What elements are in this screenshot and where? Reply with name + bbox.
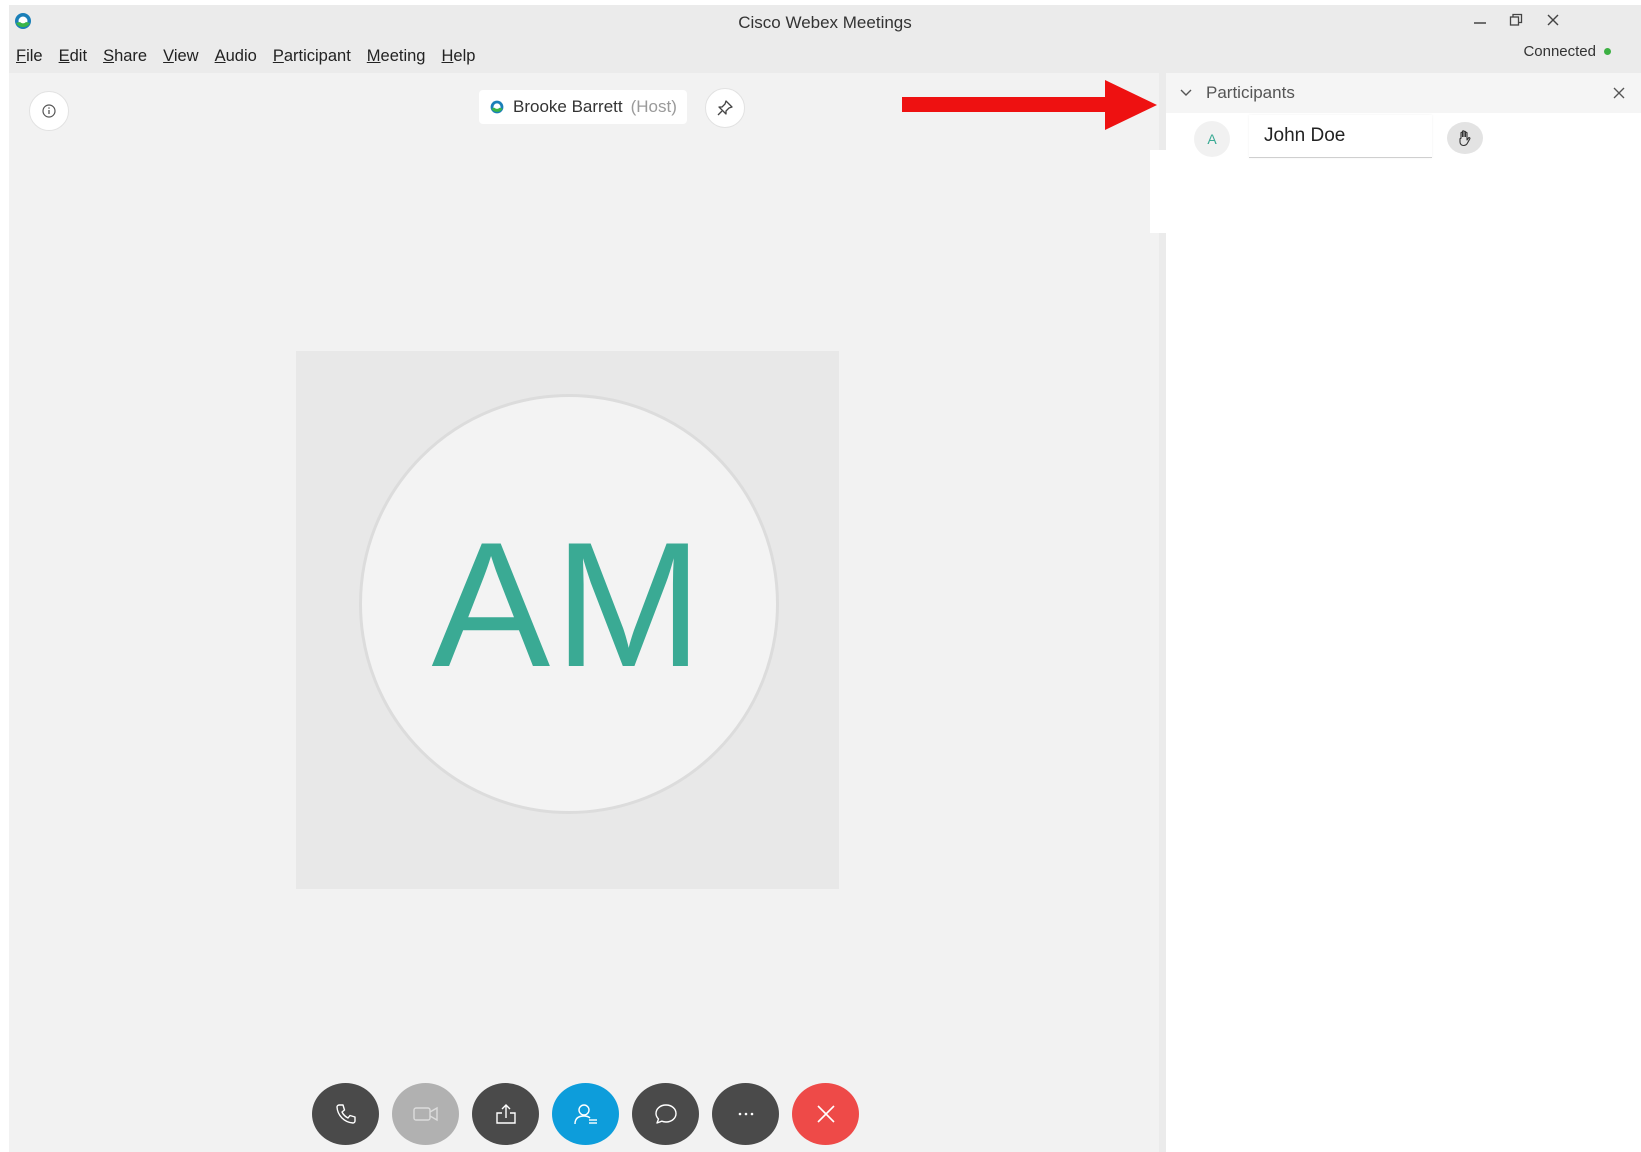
share-button[interactable] — [472, 1083, 539, 1145]
video-off-icon — [412, 1106, 438, 1122]
close-icon — [1613, 87, 1625, 99]
active-speaker-label: Brooke Barrett (Host) — [479, 90, 687, 124]
chat-icon — [654, 1104, 677, 1124]
pin-icon — [717, 100, 733, 116]
menu-mnemonic: S — [103, 47, 115, 65]
video-tile: AM — [296, 351, 839, 889]
menu-participant[interactable]: Participant — [266, 43, 358, 71]
menu-mnemonic: E — [58, 47, 70, 65]
video-button[interactable] — [392, 1083, 459, 1145]
participant-row[interactable]: A John Doe — [1166, 113, 1641, 161]
host-tag: (Host) — [630, 97, 677, 116]
pin-button[interactable] — [705, 88, 745, 128]
chevron-down-icon[interactable] — [1176, 83, 1196, 103]
host-name: Brooke Barrett — [513, 97, 623, 116]
audio-button[interactable] — [312, 1083, 379, 1145]
menu-label: ile — [26, 47, 43, 65]
raise-hand-button[interactable] — [1447, 122, 1483, 154]
connection-status-label: Connected — [1523, 43, 1596, 60]
webex-window: Cisco Webex Meetings File Edit Share Vie… — [9, 5, 1641, 1152]
participants-panel-header: Participants — [1166, 73, 1641, 113]
close-panel-button[interactable] — [1607, 81, 1631, 105]
menu-label: elp — [453, 47, 476, 65]
meeting-controls — [312, 1083, 859, 1145]
end-meeting-button[interactable] — [792, 1083, 859, 1145]
end-call-icon — [816, 1105, 835, 1123]
minimize-button[interactable] — [1466, 11, 1494, 35]
close-icon — [1547, 14, 1559, 26]
menu-view[interactable]: View — [156, 43, 205, 71]
menu-label: iew — [173, 47, 199, 65]
restore-icon — [1509, 13, 1523, 26]
menu-mnemonic: M — [366, 47, 381, 65]
connection-status: Connected — [1523, 43, 1611, 60]
webex-logo-icon — [490, 100, 504, 114]
info-icon — [42, 104, 56, 118]
menu-help[interactable]: Help — [435, 43, 483, 71]
menu-bar: File Edit Share View Audio Participant M… — [9, 43, 484, 71]
minimize-icon — [1474, 22, 1486, 24]
menu-meeting[interactable]: Meeting — [360, 43, 433, 71]
participants-panel: Participants A John Doe — [1166, 73, 1641, 1152]
window-title: Cisco Webex Meetings — [738, 13, 912, 32]
meeting-info-button[interactable] — [29, 91, 69, 131]
participants-icon — [573, 1104, 597, 1125]
participant-name[interactable]: John Doe — [1249, 115, 1432, 158]
share-icon — [495, 1104, 516, 1124]
menu-label: hare — [114, 47, 148, 65]
panel-title: Participants — [1206, 83, 1295, 102]
menu-mnemonic: P — [272, 47, 284, 65]
menu-label: dit — [69, 47, 88, 65]
phone-icon — [335, 1104, 356, 1124]
more-options-button[interactable] — [712, 1083, 779, 1145]
raise-hand-icon — [1459, 130, 1471, 147]
menu-file[interactable]: File — [9, 43, 50, 71]
meeting-stage: Brooke Barrett (Host) AM — [9, 73, 1159, 1152]
participants-button[interactable] — [552, 1083, 619, 1145]
menu-mnemonic: H — [441, 47, 454, 65]
panel-divider — [1150, 150, 1166, 233]
menu-audio[interactable]: Audio — [208, 43, 264, 71]
menu-mnemonic: A — [214, 47, 226, 65]
menu-share[interactable]: Share — [96, 43, 154, 71]
annotation-arrow-icon — [902, 80, 1157, 130]
menu-edit[interactable]: Edit — [52, 43, 94, 71]
more-icon — [738, 1112, 753, 1116]
title-bar: Cisco Webex Meetings — [9, 5, 1641, 41]
connected-dot-icon — [1604, 48, 1611, 55]
restore-button[interactable] — [1502, 11, 1530, 35]
menu-mnemonic: V — [163, 47, 174, 65]
chat-button[interactable] — [632, 1083, 699, 1145]
participant-avatar: A — [1194, 121, 1230, 157]
avatar-initials: AM — [431, 504, 707, 704]
close-window-button[interactable] — [1539, 11, 1567, 35]
menu-mnemonic: F — [16, 47, 27, 65]
menu-label: eeting — [380, 47, 426, 65]
menu-label: articipant — [283, 47, 351, 65]
avatar: AM — [359, 394, 779, 814]
menu-label: udio — [225, 47, 257, 65]
